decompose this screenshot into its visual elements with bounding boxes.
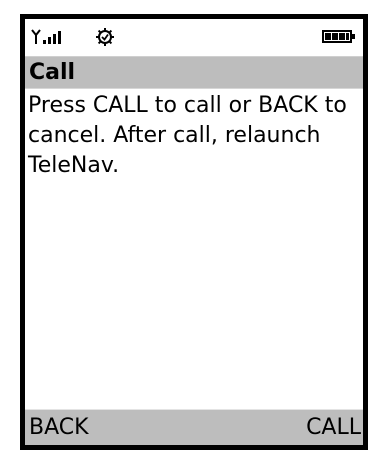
back-softkey[interactable]: BACK (29, 414, 89, 442)
settings-gear-icon (96, 28, 114, 46)
battery-icon (322, 30, 355, 43)
call-softkey[interactable]: CALL (306, 414, 361, 442)
call-instructions-text: Press CALL to call or BACK to cancel. Af… (28, 93, 347, 178)
title-bar: Call (25, 56, 363, 89)
phone-screen: Call Press CALL to call or BACK to cance… (25, 19, 363, 445)
signal-strength-icon (31, 29, 61, 44)
phone-frame: Call Press CALL to call or BACK to cance… (20, 14, 368, 450)
screen-title: Call (29, 60, 76, 85)
status-bar (25, 19, 363, 56)
softkey-bar: BACK CALL (25, 409, 363, 445)
